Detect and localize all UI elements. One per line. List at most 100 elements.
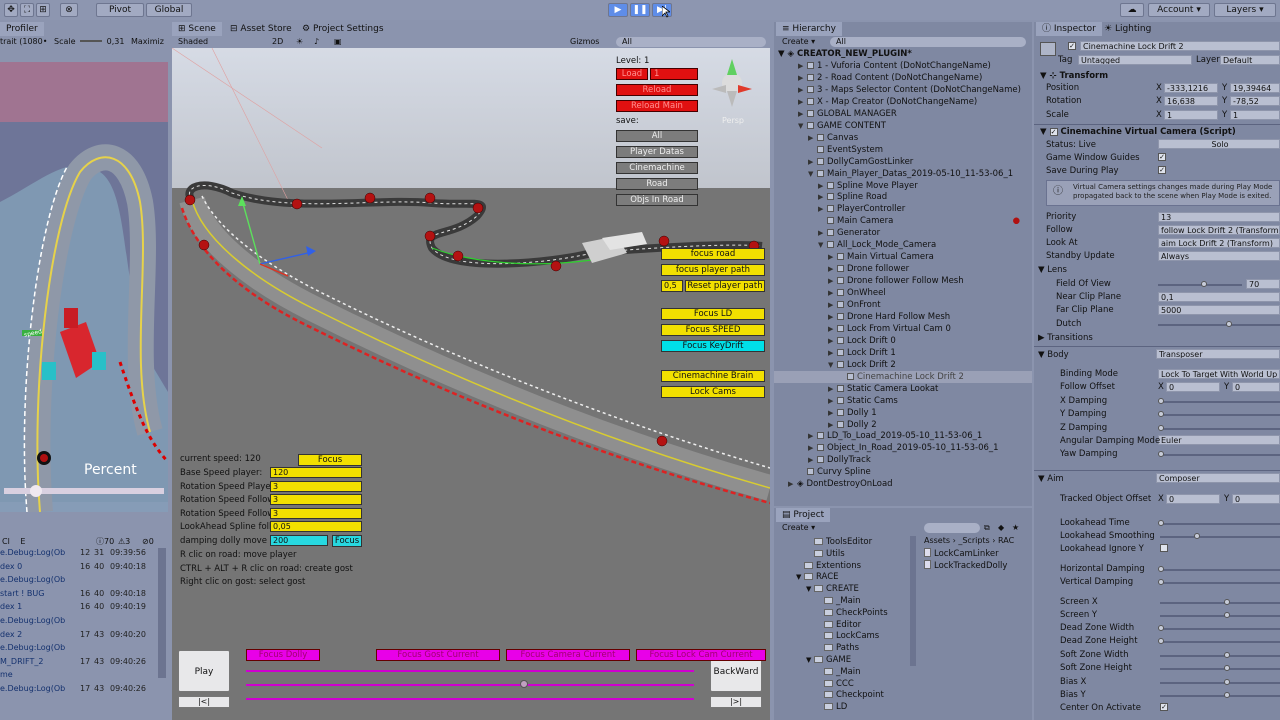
expand-arrow-icon[interactable]: ▼ [808,168,817,180]
aim-slider[interactable] [1160,682,1280,684]
expand-arrow-icon[interactable]: ▶ [808,442,817,454]
prev-frame-button[interactable]: |<| [178,696,230,708]
damping-slider-knob[interactable] [1158,451,1164,458]
transform-scale-x[interactable]: 1 [1164,109,1218,120]
project-search-input[interactable] [924,523,980,533]
load-button[interactable]: Load [616,68,648,80]
damping-slider-knob[interactable] [1158,411,1164,418]
near-clip-field[interactable]: 0,1 [1158,292,1280,302]
hierarchy-item[interactable]: ▶ DollyTrack [774,454,1032,466]
project-tree-scrollbar[interactable] [910,536,916,666]
transform-tool-button[interactable]: ⊞ [36,3,50,17]
maximize-toggle[interactable]: Maximiz [131,37,164,46]
project-folder[interactable]: ▼ RACE [796,571,839,583]
tab-lighting[interactable]: ☀ Lighting [1098,22,1157,36]
hierarchy-item[interactable]: ▼ All_Lock_Mode_Camera [774,239,1032,251]
aim-slider-knob[interactable] [1158,566,1164,572]
console-row[interactable]: start ! BUG 16 40 09:40:18 [0,589,158,601]
layers-dropdown[interactable]: Layers ▾ [1214,3,1276,17]
hierarchy-item[interactable]: ▶ Dolly 1 [774,407,1032,419]
expand-arrow-icon[interactable]: ▶ [828,407,837,419]
tab-inspector[interactable]: ⓘ Inspector [1036,22,1102,36]
aim-row-checkbox[interactable] [1160,544,1168,552]
console-row[interactable]: e.Debug:Log(Ob [0,616,158,628]
fov-slider[interactable] [1158,284,1242,286]
hierarchy-item[interactable]: ▶ 3 - Maps Selector Content (DoNotChangeN… [774,84,1032,96]
reset-value-input[interactable]: 0,5 [661,280,683,292]
project-folder[interactable]: Editor [816,619,861,631]
aim-slider[interactable] [1160,615,1280,617]
console-row[interactable]: dex 0 16 40 09:40:18 [0,562,158,574]
param-input[interactable]: 3 [270,494,362,505]
expand-arrow-icon[interactable]: ▶ [818,191,827,203]
focus-dolly-button[interactable]: Focus Dolly [246,649,320,661]
expand-arrow-icon[interactable]: ▶ [828,323,837,335]
dutch-slider-knob[interactable] [1226,321,1232,327]
next-frame-button[interactable]: |>| [710,696,762,708]
filter-label-icon[interactable]: ◆ [998,522,1004,534]
console-row[interactable]: me [0,670,158,682]
hierarchy-search-input[interactable]: All [830,37,1026,47]
focus-keydrift-button[interactable]: Focus KeyDrift [661,340,765,352]
reload-main-button[interactable]: Reload Main [616,100,698,112]
expand-arrow-icon[interactable]: ▶ [828,299,837,311]
project-folder[interactable]: CCC [816,678,854,690]
focus-camera-current-button[interactable]: Focus Camera Current [506,649,630,661]
favorite-icon[interactable]: ★ [1012,522,1019,534]
hierarchy-item[interactable]: ▶ Static Cams [774,395,1032,407]
fov-field[interactable]: 70 [1246,279,1280,289]
hierarchy-item[interactable]: ▶ Object_In_Road_2019-05-10_11-53-06_1 [774,442,1032,454]
hierarchy-item[interactable]: ▶ Spline Move Player [774,180,1032,192]
fov-slider-knob[interactable] [1201,281,1208,287]
expand-arrow-icon[interactable]: ▶ [828,263,837,275]
hierarchy-item[interactable]: ▶ PlayerController [774,203,1032,215]
damping-slider[interactable] [1160,414,1280,417]
layer-dropdown[interactable]: Default [1220,55,1280,65]
expand-arrow-icon[interactable]: ▶ [798,60,807,72]
pause-button[interactable]: ❚❚ [630,3,650,17]
standby-dropdown[interactable]: Always [1158,251,1280,261]
game-view[interactable]: Percent speed [0,62,168,512]
expand-arrow-icon[interactable]: ▶ [828,287,837,299]
scene-root-row[interactable]: ▼ ◈ CREATOR_NEW_PLUGIN* [774,48,1032,60]
transitions-foldout[interactable]: ▶ Transitions [1038,333,1093,343]
hierarchy-item[interactable]: ▼ GAME CONTENT [774,120,1032,132]
aim-slider-knob[interactable] [1224,679,1230,685]
hierarchy-item[interactable]: ▶ X - Map Creator (DoNotChangeName) [774,96,1032,108]
hierarchy-item[interactable]: ▶ DollyCamGostLinker [774,156,1032,168]
project-folder[interactable]: LD [816,701,847,713]
focus-speed-button[interactable]: Focus SPEED [661,324,765,336]
expand-arrow-icon[interactable]: ▼ [828,359,837,371]
console-row[interactable]: e.Debug:Log(Ob [0,575,158,587]
aim-slider[interactable] [1160,695,1280,697]
hand-tool-button[interactable]: ✥ [4,3,18,17]
breadcrumb-scripts[interactable]: _Scripts [958,536,989,545]
aim-slider-knob[interactable] [1158,638,1164,644]
hierarchy-item[interactable]: ▶ Lock Drift 0 [774,335,1032,347]
project-folder[interactable]: _Main [816,595,861,607]
hierarchy-item[interactable]: ▶ 2 - Road Content (DoNotChangeName) [774,72,1032,84]
error-count-badge[interactable]: ⊘0 [142,536,154,548]
param-input[interactable]: 3 [270,480,362,492]
damping-slider-knob[interactable] [1158,424,1164,431]
active-checkbox[interactable]: ✓ [1068,42,1076,50]
pivot-toggle[interactable]: Pivot [96,3,144,17]
tab-asset-store[interactable]: ⊟ Asset Store [224,22,298,36]
hierarchy-item[interactable]: ▶ LD_To_Load_2019-05-10_11-53-06_1 [774,430,1032,442]
tab-scene[interactable]: ⊞ Scene [172,22,222,36]
custom-tool-button[interactable]: ⊗ [60,3,78,17]
aim-slider-knob[interactable] [1224,652,1230,658]
play-button[interactable]: ▶ [608,3,628,17]
scale-slider[interactable] [80,40,103,42]
reset-player-path-button[interactable]: Reset player path [685,280,765,292]
console-row[interactable]: e.Debug:Log(Ob 12 31 09:39:56 [0,548,158,560]
timeline-scrubber-knob[interactable] [519,680,528,688]
rect-tool-button[interactable]: ⛶ [20,3,34,17]
shading-dropdown[interactable]: Shaded [178,36,208,48]
tab-project[interactable]: ▤ Project [776,508,831,522]
hierarchy-item[interactable]: Curvy Spline [774,466,1032,478]
solo-button[interactable]: Solo [1158,139,1280,149]
save-objs-in-road-button[interactable]: Objs In Road [616,194,698,206]
expand-arrow-icon[interactable]: ▶ [828,347,837,359]
follow-offset-x-field[interactable]: 0 [1166,382,1220,392]
